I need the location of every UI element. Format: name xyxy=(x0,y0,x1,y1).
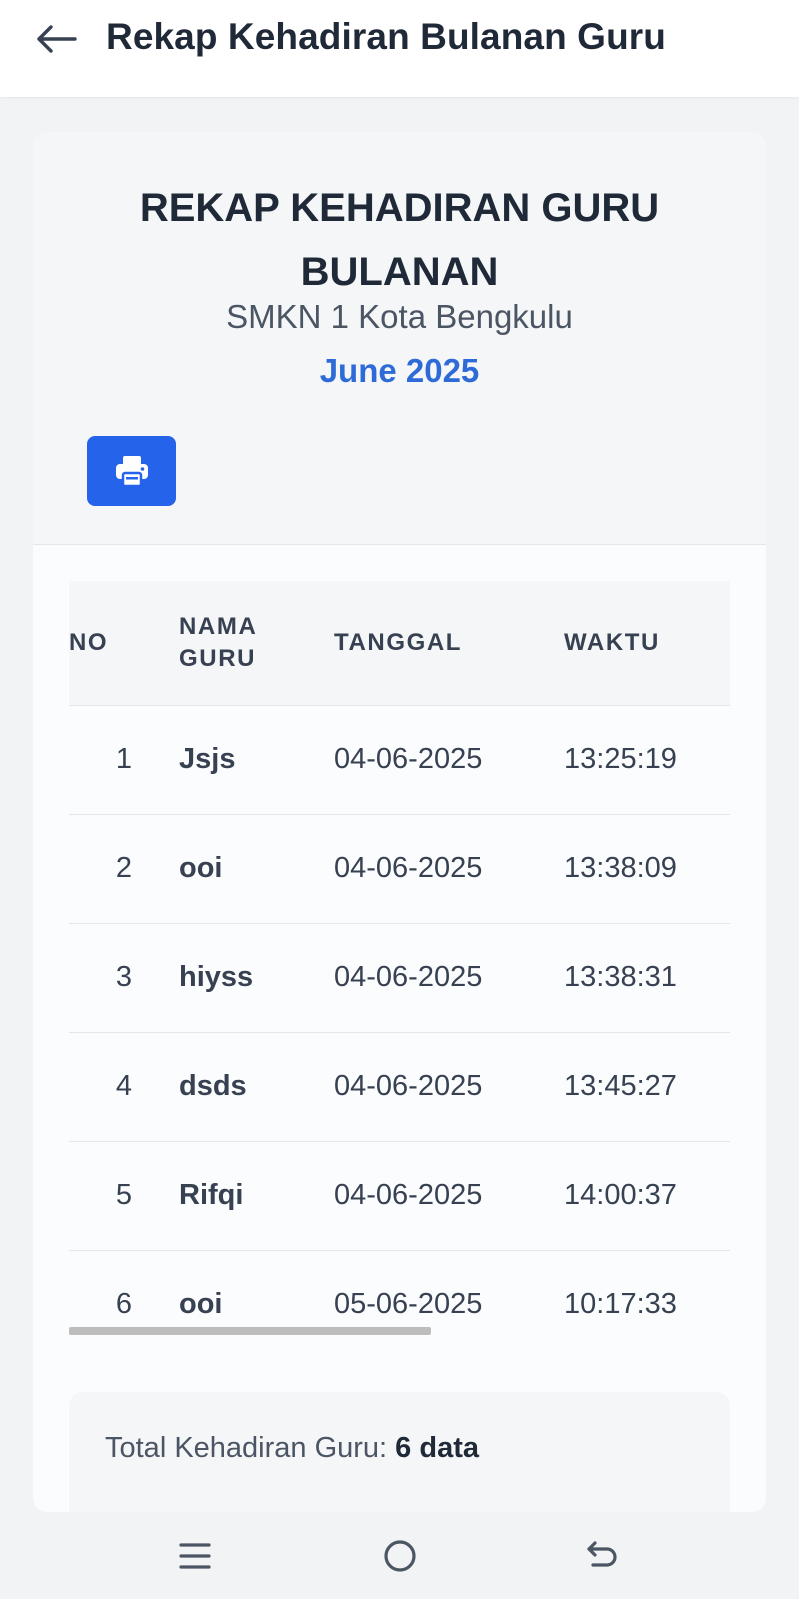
cell-name: Rifqi xyxy=(179,1140,334,1250)
header-name-line2: GURU xyxy=(179,644,257,672)
cell-name: ooi xyxy=(179,1249,334,1351)
cell-name: Jsjs xyxy=(179,704,334,814)
school-name: SMKN 1 Kota Bengkulu xyxy=(226,298,573,335)
total-attendance: Total Kehadiran Guru: 6 data xyxy=(105,1432,479,1465)
cell-name: hiyss xyxy=(179,922,334,1032)
total-attendance-label: Total Kehadiran Guru: xyxy=(105,1432,396,1464)
cell-date: 04-06-2025 xyxy=(334,704,564,814)
cell-no: 4 xyxy=(69,1031,179,1141)
report-header: REKAP KEHADIRAN GURU BULANAN SMKN 1 Kota… xyxy=(33,132,766,545)
system-nav-bar xyxy=(0,1512,799,1599)
table-row: 2 ooi 04-06-2025 13:38:09 xyxy=(69,813,730,923)
cell-name: dsds xyxy=(179,1031,334,1141)
header-name: NAMA GURU xyxy=(179,581,334,705)
table-header-row: NO NAMA GURU TANGGAL WAKTU xyxy=(69,581,730,705)
cell-time: 13:45:27 xyxy=(564,1031,730,1141)
cell-no: 2 xyxy=(69,813,179,923)
cell-no: 3 xyxy=(69,922,179,1032)
header-name-line1: NAMA xyxy=(179,612,258,640)
cell-time: 13:25:19 xyxy=(564,704,730,814)
summary-box: Total Kehadiran Guru: 6 data xyxy=(69,1392,730,1512)
table-row: 5 Rifqi 04-06-2025 14:00:37 xyxy=(69,1140,730,1250)
recent-apps-button[interactable] xyxy=(167,1528,223,1584)
table-row: 3 hiyss 04-06-2025 13:38:31 xyxy=(69,922,730,1032)
table-horizontal-scrollbar[interactable] xyxy=(69,1327,431,1335)
cell-no: 6 xyxy=(69,1249,179,1351)
cell-time: 13:38:09 xyxy=(564,813,730,923)
report-title: REKAP KEHADIRAN GURU BULANAN xyxy=(139,186,660,294)
arrow-left-icon xyxy=(37,25,77,53)
cell-date: 04-06-2025 xyxy=(334,1031,564,1141)
header-no: NO xyxy=(69,628,109,656)
header-time: WAKTU xyxy=(564,628,660,656)
table-row: 4 dsds 04-06-2025 13:45:27 xyxy=(69,1031,730,1141)
report-period: June 2025 xyxy=(319,352,480,389)
home-button[interactable] xyxy=(372,1528,428,1584)
system-back-button[interactable] xyxy=(574,1528,630,1584)
table-row: 6 ooi 05-06-2025 10:17:33 xyxy=(69,1249,730,1351)
attendance-table-scroll[interactable]: NO NAMA GURU TANGGAL WAKTU 1 Jsjs 04-06-… xyxy=(69,581,730,1351)
cell-name: ooi xyxy=(179,813,334,923)
header-date: TANGGAL xyxy=(334,628,463,656)
attendance-table: NO NAMA GURU TANGGAL WAKTU 1 Jsjs 04-06-… xyxy=(69,581,730,1351)
back-button[interactable] xyxy=(34,20,78,58)
cell-no: 1 xyxy=(69,704,179,814)
home-circle-icon xyxy=(384,1540,416,1572)
cell-date: 05-06-2025 xyxy=(334,1249,564,1351)
printer-icon xyxy=(115,456,148,488)
menu-icon xyxy=(179,1543,211,1569)
cell-no: 5 xyxy=(69,1140,179,1250)
back-nav-icon xyxy=(587,1541,617,1567)
print-button[interactable] xyxy=(87,436,176,506)
total-attendance-value: 6 data xyxy=(395,1432,479,1464)
cell-time: 14:00:37 xyxy=(564,1140,730,1250)
cell-date: 04-06-2025 xyxy=(334,813,564,923)
app-bar: Rekap Kehadiran Bulanan Guru xyxy=(0,0,799,97)
page-title: Rekap Kehadiran Bulanan Guru xyxy=(106,16,666,57)
report-card: REKAP KEHADIRAN GURU BULANAN SMKN 1 Kota… xyxy=(33,132,766,1512)
cell-time: 13:38:31 xyxy=(564,922,730,1032)
cell-date: 04-06-2025 xyxy=(334,922,564,1032)
cell-time: 10:17:33 xyxy=(564,1249,730,1351)
cell-date: 04-06-2025 xyxy=(334,1140,564,1250)
table-row: 1 Jsjs 04-06-2025 13:25:19 xyxy=(69,704,730,814)
